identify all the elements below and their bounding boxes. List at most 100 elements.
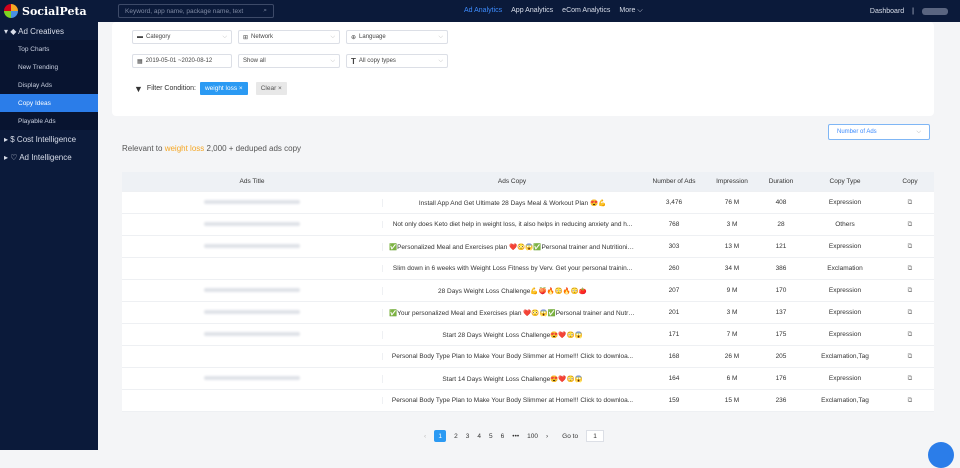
page-ellipsis[interactable]: ••• xyxy=(512,433,519,440)
network-select[interactable]: ⊞ Network ⌵ xyxy=(238,30,340,44)
summary-keyword: weight loss xyxy=(164,144,205,153)
sidebar-item-top-charts[interactable]: Top Charts xyxy=(0,40,98,58)
nav-ad-analytics[interactable]: Ad Analytics xyxy=(464,7,502,15)
header-impression[interactable]: Impression xyxy=(706,178,758,185)
ads-copy-cell[interactable]: Personal Body Type Plan to Make Your Bod… xyxy=(382,397,642,404)
sidebar-item-playable-ads[interactable]: Playable Ads xyxy=(0,112,98,130)
ads-copy-cell[interactable]: Start 28 Days Weight Loss Challenge😍❤️😳😱 xyxy=(382,330,642,339)
sort-select[interactable]: Number of Ads ⌵ xyxy=(828,124,930,140)
ads-copy-cell[interactable]: Install App And Get Ultimate 28 Days Mea… xyxy=(382,198,642,207)
copy-icon[interactable]: ⧉ xyxy=(886,397,934,405)
ads-title-cell xyxy=(122,243,382,250)
header-ads-copy[interactable]: Ads Copy xyxy=(382,178,642,185)
ads-copy-cell[interactable]: Slim down in 6 weeks with Weight Loss Fi… xyxy=(382,265,642,272)
goto-input[interactable]: 1 xyxy=(586,430,605,442)
page-3[interactable]: 3 xyxy=(466,433,470,440)
copy-type-cell: Expression xyxy=(828,199,862,206)
nav-app-analytics[interactable]: App Analytics xyxy=(511,7,553,15)
sidebar-group-ad-intelligence[interactable]: ▸ ♡ Ad Intelligence xyxy=(0,148,98,166)
show-all-select[interactable]: Show all ⌵ xyxy=(238,54,340,68)
nav-ecom-analytics[interactable]: eCom Analytics xyxy=(562,7,610,15)
impression-cell: 34 M xyxy=(724,265,740,272)
category-select[interactable]: ▬ Category ⌵ xyxy=(132,30,232,44)
number-of-ads-cell: 159 xyxy=(668,397,680,404)
header-ads-title[interactable]: Ads Title xyxy=(122,178,382,185)
chevron-down-icon: ⌵ xyxy=(222,33,227,40)
copy-icon[interactable]: ⧉ xyxy=(886,199,934,207)
copy-icon[interactable]: ⧉ xyxy=(886,375,934,383)
sidebar-item-copy-ideas[interactable]: Copy Ideas xyxy=(0,94,98,112)
chevron-down-icon: ⌵ xyxy=(438,57,443,64)
search-input[interactable]: Keyword, app name, package name, text ⌕ xyxy=(118,4,274,18)
date-range-label: 2019-05-01 ~2020-08-12 xyxy=(145,58,213,64)
next-page-button[interactable]: › xyxy=(546,433,548,440)
blurred-title xyxy=(204,244,300,248)
page-6[interactable]: 6 xyxy=(501,433,505,440)
header-duration[interactable]: Duration xyxy=(758,178,804,185)
clear-tag[interactable]: Clear × xyxy=(255,82,287,95)
ads-copy-cell[interactable]: Not only does Keto diet help in weight l… xyxy=(382,221,642,228)
search-placeholder: Keyword, app name, package name, text xyxy=(125,7,244,15)
ads-copy-cell[interactable]: Personal Body Type Plan to Make Your Bod… xyxy=(382,353,642,360)
table-row: Not only does Keto diet help in weight l… xyxy=(122,214,934,236)
copy-icon[interactable]: ⧉ xyxy=(886,309,934,317)
date-range-picker[interactable]: ▦ 2019-05-01 ~2020-08-12 xyxy=(132,54,232,68)
goto-label: Go to xyxy=(562,432,579,440)
impression-cell: 76 M xyxy=(724,199,740,206)
number-of-ads-cell: 168 xyxy=(668,353,680,360)
number-of-ads-cell: 303 xyxy=(668,243,680,250)
ads-copy-cell[interactable]: ✅Your personalized Meal and Exercises pl… xyxy=(382,308,642,317)
text-icon: T xyxy=(351,56,356,66)
ads-copy-cell[interactable]: 28 Days Weight Loss Challenge💪🍑🔥😳🔥😳🍅 xyxy=(382,286,642,295)
copy-icon[interactable]: ⧉ xyxy=(886,221,934,229)
chevron-down-icon: ⌵ xyxy=(330,57,335,64)
show-all-label: Show all xyxy=(243,58,266,64)
sidebar-group-cost-intelligence[interactable]: ▸ $ Cost Intelligence xyxy=(0,130,98,148)
avatar[interactable] xyxy=(922,7,948,15)
table-row: Slim down in 6 weeks with Weight Loss Fi… xyxy=(122,258,934,280)
sidebar-item-display-ads[interactable]: Display Ads xyxy=(0,76,98,94)
copy-icon[interactable]: ⧉ xyxy=(886,331,934,339)
copy-icon[interactable]: ⧉ xyxy=(886,287,934,295)
language-select[interactable]: ⊕ Language ⌵ xyxy=(346,30,448,44)
language-label: Language xyxy=(359,34,386,40)
sidebar-item-new-trending[interactable]: New Trending xyxy=(0,58,98,76)
page-100[interactable]: 100 xyxy=(527,433,538,440)
duration-cell: 170 xyxy=(775,287,787,294)
blurred-title xyxy=(204,288,300,292)
page-2[interactable]: 2 xyxy=(454,433,458,440)
dashboard-link[interactable]: Dashboard xyxy=(870,8,904,15)
prev-page-button[interactable]: ‹ xyxy=(424,433,426,440)
pagination: ‹ 1 2 3 4 5 6 ••• 100 › Go to 1 xyxy=(424,430,605,442)
copy-type-select[interactable]: T All copy types ⌵ xyxy=(346,54,448,68)
logo-text: SocialPeta xyxy=(22,4,87,18)
search-icon[interactable]: ⌕ xyxy=(263,7,267,15)
help-chat-button[interactable] xyxy=(928,442,954,468)
chevron-down-icon: ⌵ xyxy=(916,128,921,135)
page-4[interactable]: 4 xyxy=(477,433,481,440)
sidebar-group-ad-creatives[interactable]: ▾ ◆ Ad Creatives xyxy=(0,22,98,40)
ads-copy-cell[interactable]: Start 14 Days Weight Loss Challenge😍❤️😳😱 xyxy=(382,374,642,383)
impression-cell: 26 M xyxy=(724,353,740,360)
ads-title-cell xyxy=(122,331,382,338)
header-number-of-ads[interactable]: Number of Ads xyxy=(642,178,706,185)
main-content: ▬ Category ⌵ ⊞ Network ⌵ ⊕ Language ⌵ ▦ … xyxy=(98,22,960,450)
blurred-title xyxy=(204,310,300,314)
header-copy-type[interactable]: Copy Type xyxy=(804,178,886,185)
ads-title-cell xyxy=(122,375,382,382)
grid-icon: ⊞ xyxy=(243,34,249,41)
copy-icon[interactable]: ⧉ xyxy=(886,353,934,361)
logo[interactable]: SocialPeta xyxy=(0,0,98,22)
ads-title-cell xyxy=(122,287,382,294)
ads-copy-cell[interactable]: ✅Personalized Meal and Exercises plan ❤️… xyxy=(382,242,642,251)
copy-icon[interactable]: ⧉ xyxy=(886,243,934,251)
copy-icon[interactable]: ⧉ xyxy=(886,265,934,273)
page-1[interactable]: 1 xyxy=(434,430,447,442)
duration-cell: 408 xyxy=(775,199,787,206)
duration-cell: 28 xyxy=(777,221,785,228)
weight-loss-tag[interactable]: weight loss × xyxy=(199,82,248,95)
number-of-ads-cell: 260 xyxy=(668,265,680,272)
copy-type-cell: Exclamation,Tag xyxy=(821,353,869,360)
page-5[interactable]: 5 xyxy=(489,433,493,440)
nav-more[interactable]: More ⌵ xyxy=(619,7,642,15)
